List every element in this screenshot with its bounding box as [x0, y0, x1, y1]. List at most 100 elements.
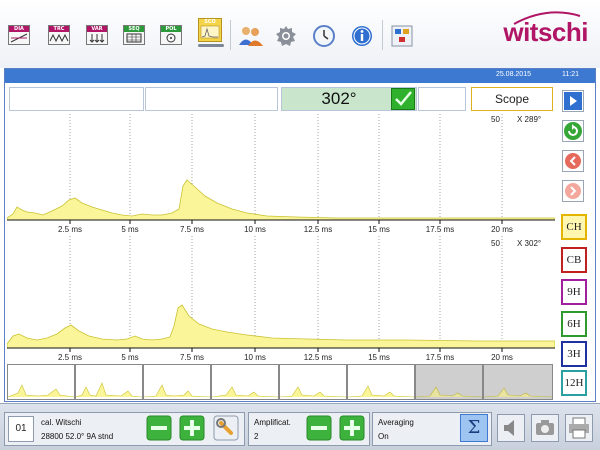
dia-icon: [9, 32, 29, 44]
calibration-name: cal. Witschi: [41, 418, 82, 427]
wrench-icon: [213, 415, 239, 441]
scope-mode-button[interactable]: Scope: [471, 87, 553, 111]
tick-label: 15 ms: [368, 225, 390, 234]
readout-field-2: [145, 87, 278, 111]
trace-1-svg: 2.5 ms 5 ms 7.5 ms 10 ms 12.5 ms 15 ms 1…: [7, 114, 555, 234]
var-icon: [87, 32, 107, 44]
camera-button[interactable]: [531, 414, 559, 442]
harmonic-12h-button[interactable]: 12H: [561, 370, 587, 396]
peak-angle-label: X 289°: [517, 115, 541, 124]
history-thumbnail[interactable]: [143, 364, 211, 400]
witschi-logo: witschi: [503, 17, 588, 47]
refresh-button[interactable]: [562, 120, 584, 142]
gear-icon[interactable]: [274, 24, 298, 48]
status-bar: 25.08.2015 11:21: [5, 69, 595, 83]
history-thumbnail[interactable]: [211, 364, 279, 400]
forward-icon: [565, 183, 581, 199]
tick-label: 15 ms: [368, 353, 390, 362]
calibration-tool-button[interactable]: [213, 415, 239, 441]
tick-label: 20 ms: [491, 353, 513, 362]
tick-label: 17.5 ms: [426, 225, 454, 234]
users-icon[interactable]: [238, 24, 263, 48]
seq-icon: [124, 32, 144, 44]
play-icon: [564, 92, 582, 110]
back-icon: [565, 153, 581, 169]
trace-1-waveform: [7, 179, 555, 221]
history-thumbnail[interactable]: [75, 364, 143, 400]
tick-label: 10 ms: [244, 353, 266, 362]
seq-mode-button[interactable]: SEQ: [123, 25, 145, 45]
printer-icon: [565, 414, 593, 442]
trc-icon: [49, 32, 69, 44]
minus-icon: [146, 415, 172, 441]
harmonic-cb-button[interactable]: CB: [561, 247, 587, 273]
tick-label: 2.5 ms: [58, 353, 82, 362]
sco-icon: [199, 25, 221, 39]
forward-button[interactable]: [562, 180, 584, 202]
history-thumbnail[interactable]: [279, 364, 347, 400]
history-thumbnail[interactable]: [7, 364, 75, 400]
history-thumbnail[interactable]: [483, 364, 553, 400]
dia-mode-button[interactable]: DIA: [8, 25, 30, 45]
clock-icon[interactable]: [312, 24, 336, 48]
angle-value: 302°: [321, 89, 357, 108]
tick-label: 12.5 ms: [304, 225, 332, 234]
harmonic-3h-button[interactable]: 3H: [561, 341, 587, 367]
sco-mode-button[interactable]: SCO: [198, 18, 222, 42]
x-ticks-1: [69, 220, 503, 224]
averaging-label: Averaging: [378, 418, 414, 427]
calibration-panel: cal. Witschi 28800 52.0° 9A stnd: [4, 412, 245, 446]
top-toolbar: DIA TRC VAR SEQ POL SCO witschi: [0, 0, 600, 68]
readout-field-4: [418, 87, 466, 111]
minus-icon: [306, 415, 332, 441]
calibration-minus-button[interactable]: [146, 415, 172, 441]
status-date: 25.08.2015: [495, 71, 531, 78]
speaker-icon: [497, 414, 525, 442]
amplification-minus-button[interactable]: [306, 415, 332, 441]
play-button[interactable]: [562, 90, 584, 112]
harmonic-ch-button[interactable]: CH: [561, 214, 587, 240]
tick-label: 10 ms: [244, 225, 266, 234]
trc-mode-button[interactable]: TRC: [48, 25, 70, 45]
tick-label: 7.5 ms: [180, 225, 204, 234]
tick-label: 17.5 ms: [426, 353, 454, 362]
history-thumbnail[interactable]: [415, 364, 483, 400]
trace-plot-1: 2.5 ms 5 ms 7.5 ms 10 ms 12.5 ms 15 ms 1…: [7, 114, 555, 234]
tick-label: 20 ms: [491, 225, 513, 234]
pol-mode-button[interactable]: POL: [160, 25, 182, 45]
readout-field-1: [9, 87, 144, 111]
confirm-button[interactable]: [391, 88, 415, 110]
slot-number[interactable]: 01: [8, 416, 34, 442]
pol-icon: [161, 32, 181, 44]
plus-icon: [339, 415, 365, 441]
trace-2-waveform: [7, 304, 555, 349]
peak-count-label: 50: [491, 239, 500, 248]
scope-panel: 25.08.2015 11:21 302° Scope 2.5 ms 5 ms …: [4, 68, 596, 402]
amplification-label: Amplificat.: [254, 418, 291, 427]
speaker-button[interactable]: [497, 414, 525, 442]
info-icon[interactable]: [350, 24, 374, 48]
print-button[interactable]: [565, 414, 593, 442]
sigma-button[interactable]: Σ: [460, 414, 488, 442]
grid-1: [69, 114, 503, 224]
toolbar-divider: [382, 20, 383, 50]
back-button[interactable]: [562, 150, 584, 172]
grid-2: [69, 236, 503, 352]
history-thumbnail[interactable]: [347, 364, 415, 400]
var-mode-button[interactable]: VAR: [86, 25, 108, 45]
peak-angle-label: X 302°: [517, 239, 541, 248]
calibration-plus-button[interactable]: [179, 415, 205, 441]
tick-label: 12.5 ms: [304, 353, 332, 362]
checkmark-icon: [395, 91, 412, 106]
harmonic-6h-button[interactable]: 6H: [561, 311, 587, 337]
active-mode-indicator: [198, 44, 224, 47]
tick-label: 5 ms: [121, 353, 138, 362]
amplification-value: 2: [254, 432, 259, 441]
tick-label: 7.5 ms: [180, 353, 204, 362]
tick-label: 5 ms: [121, 225, 138, 234]
amplification-plus-button[interactable]: [339, 415, 365, 441]
plus-icon: [179, 415, 205, 441]
harmonic-9h-button[interactable]: 9H: [561, 279, 587, 305]
network-icon[interactable]: [390, 24, 414, 48]
tick-label: 2.5 ms: [58, 225, 82, 234]
